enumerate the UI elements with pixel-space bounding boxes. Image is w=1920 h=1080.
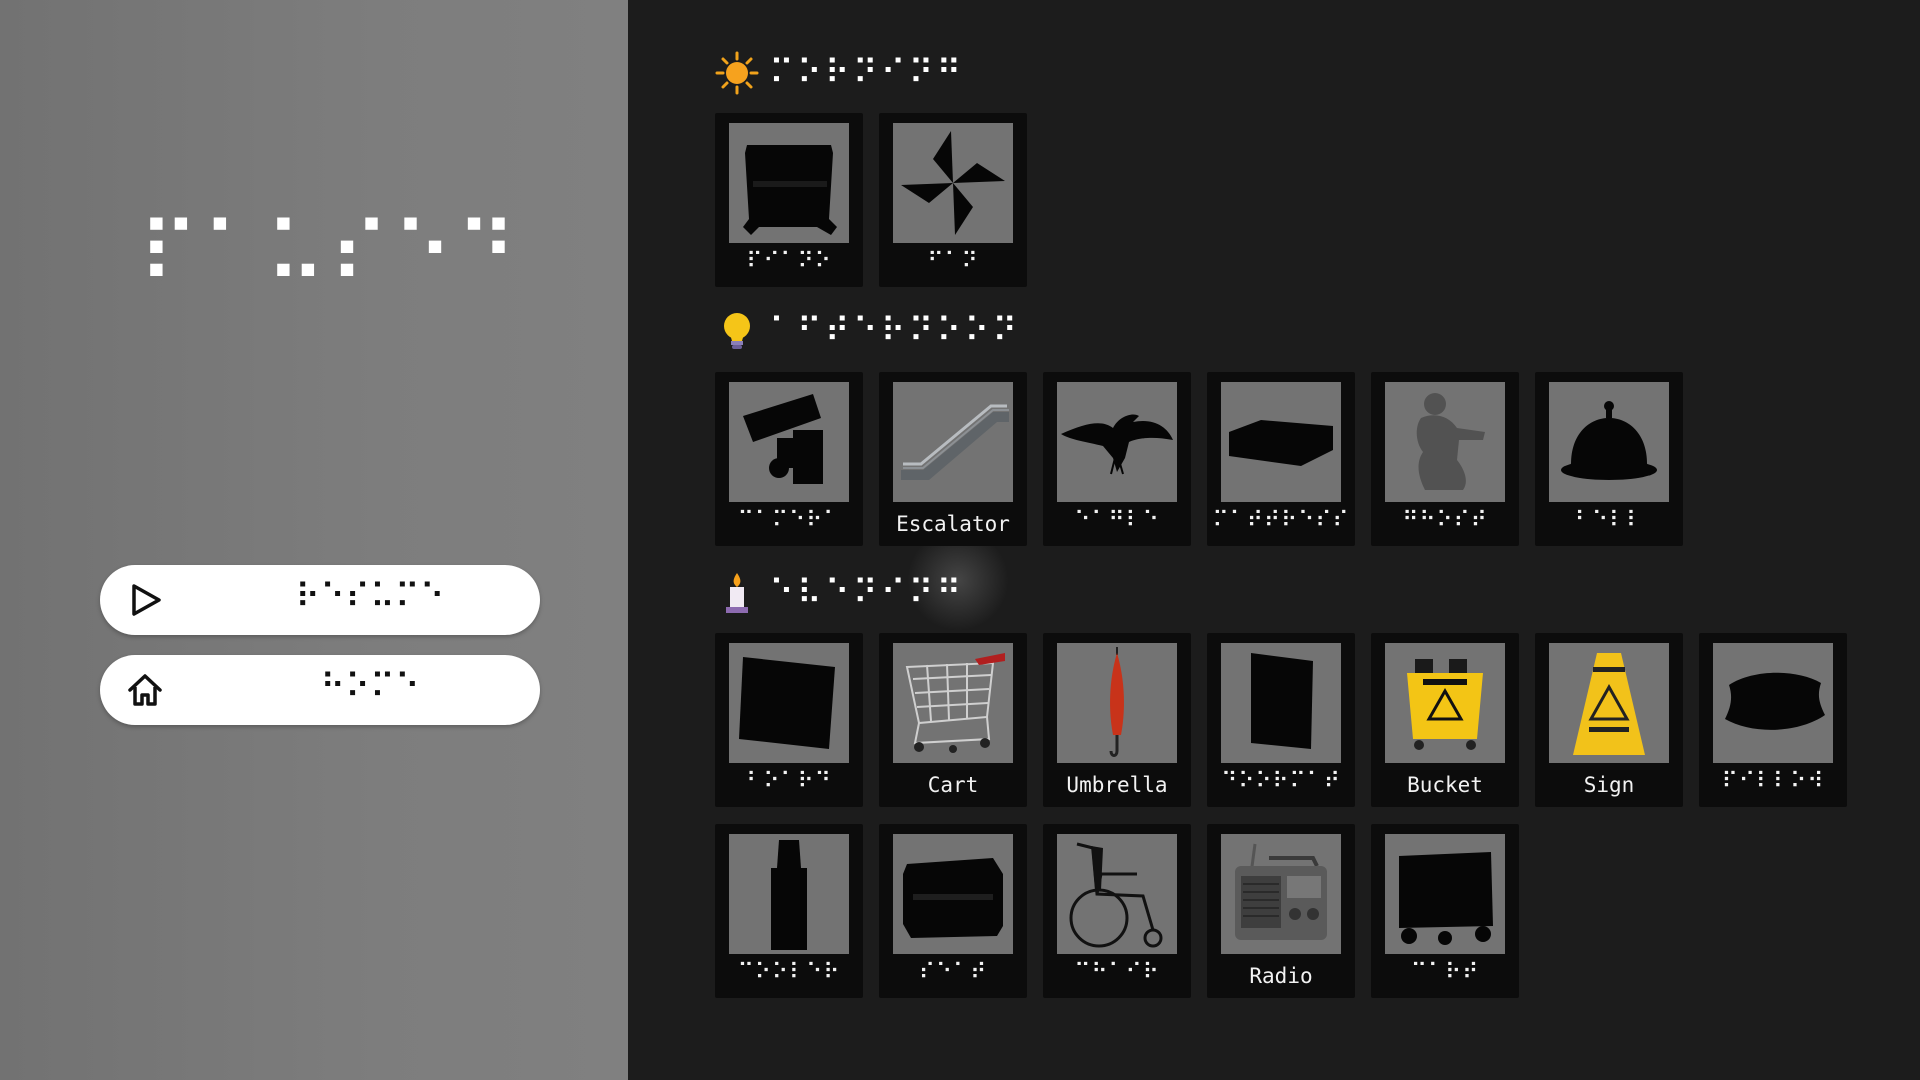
resume-button[interactable]: ⠗⠑⠎⠥⠍⠑ [100,565,540,635]
item-label: ⠋⠁⠝ [927,249,979,274]
item-card-camera[interactable]: ⠉⠁⠍⠑⠗⠁ [715,372,863,546]
section-afternoon-header: ⠁⠋⠞⠑⠗⠝⠕⠕⠝ [715,306,1020,356]
item-label: ⠉⠁⠍⠑⠗⠁ [737,508,841,533]
item-label: Umbrella [1066,773,1168,797]
item-card-ghost[interactable]: ⠛⠓⠕⠎⠞ [1371,372,1519,546]
item-card-bell[interactable]: ⠃⠑⠇⠇ [1535,372,1683,546]
item-label: ⠏⠊⠁⠝⠕ [746,249,832,274]
item-card-fan[interactable]: ⠋⠁⠝ [879,113,1027,287]
door-icon [1251,653,1313,749]
section-evening-label: ⠑⠧⠑⠝⠊⠝⠛ [769,573,965,613]
item-label: Sign [1583,773,1635,797]
home-button[interactable]: ⠓⠕⠍⠑ [100,655,540,725]
escalator-thumb [893,382,1013,502]
piano-thumb [729,123,849,243]
wheelchair-icon [1069,842,1163,948]
item-label: ⠏⠊⠇⠇⠕⠺ [1721,769,1825,794]
item-label: ⠙⠕⠕⠗⠍⠁⠞ [1221,769,1341,794]
wheelchair-thumb [1057,834,1177,954]
item-label: ⠉⠁⠗⠞ [1410,960,1480,985]
item-label: ⠍⠁⠞⠞⠗⠑⠎⠎ [1212,508,1350,533]
item-card-sign[interactable]: Sign [1535,633,1683,807]
umbrella-icon [1109,647,1124,757]
board-thumb [729,643,849,763]
ghost-figure-icon [1416,393,1485,490]
resume-label: ⠗⠑⠎⠥⠍⠑ [295,577,445,617]
pillow-thumb [1713,643,1833,763]
item-card-trolley[interactable]: ⠉⠁⠗⠞ [1371,824,1519,998]
cooler-thumb [729,834,849,954]
item-card-bucket[interactable]: Bucket [1371,633,1519,807]
item-card-doormat[interactable]: ⠙⠕⠕⠗⠍⠁⠞ [1207,633,1355,807]
umbrella-thumb [1057,643,1177,763]
bell-icon [1561,401,1657,480]
item-card-piano[interactable]: ⠏⠊⠁⠝⠕ [715,113,863,287]
item-label: Escalator [896,512,1010,536]
section-morning-label: ⠍⠕⠗⠝⠊⠝⠛ [769,53,965,93]
play-icon [132,584,161,616]
cart-thumb [893,643,1013,763]
escalator-icon [901,404,1009,480]
item-label: ⠃⠑⠇⠇ [1574,508,1644,533]
pinwheel-icon [901,131,1005,235]
item-card-wheelchair[interactable]: ⠉⠓⠁⠊⠗ [1043,824,1191,998]
lightbulb-icon [724,313,750,349]
item-card-radio[interactable]: Radio [1207,824,1355,998]
trolley-thumb [1385,834,1505,954]
item-label: Radio [1249,964,1313,988]
section-afternoon-label: ⠁⠋⠞⠑⠗⠝⠕⠕⠝ [769,311,1021,351]
item-card-cart[interactable]: Cart [879,633,1027,807]
seat-icon [903,858,1003,938]
doormat-thumb [1221,643,1341,763]
item-label: ⠃⠕⠁⠗⠙ [746,769,832,794]
section-evening-header: ⠑⠧⠑⠝⠊⠝⠛ [715,568,964,618]
water-cooler-icon [771,840,807,950]
radio-thumb [1221,834,1341,954]
item-label: Bucket [1407,773,1483,797]
section-morning-header: ⠍⠕⠗⠝⠊⠝⠛ [715,48,964,98]
fan-thumb [893,123,1013,243]
camera-icon [743,394,823,484]
piano-icon [743,145,837,235]
item-label: ⠎⠑⠁⠞ [918,960,988,985]
item-label: Cart [927,773,979,797]
item-label: ⠉⠓⠁⠊⠗ [1074,960,1160,985]
bucket-icon [1407,659,1483,750]
camera-thumb [729,382,849,502]
seat-thumb [893,834,1013,954]
item-label: ⠑⠁⠛⠇⠑ [1074,508,1160,533]
home-icon [128,674,162,706]
trolley-icon [1399,852,1493,945]
pause-menu-panel: ⠏⠁⠥⠎⠑⠙ ⠗⠑⠎⠥⠍⠑ ⠓⠕⠍⠑ [0,0,628,1080]
home-label: ⠓⠕⠍⠑ [320,667,420,707]
bell-thumb [1549,382,1669,502]
item-card-eagle[interactable]: ⠑⠁⠛⠇⠑ [1043,372,1191,546]
pillow-icon [1725,672,1825,730]
collection-panel: ⠍⠕⠗⠝⠊⠝⠛ ⠏⠊⠁⠝⠕ ⠋⠁⠝ ⠁⠋⠞⠑⠗⠝⠕⠕⠝ ⠉⠁⠍⠑⠗⠁ Escal… [628,0,1920,1080]
mattress-icon [1229,420,1333,466]
ghost-thumb [1385,382,1505,502]
item-card-mattress[interactable]: ⠍⠁⠞⠞⠗⠑⠎⠎ [1207,372,1355,546]
item-card-board[interactable]: ⠃⠕⠁⠗⠙ [715,633,863,807]
bucket-thumb [1385,643,1505,763]
item-label: ⠛⠓⠕⠎⠞ [1402,508,1488,533]
item-label: ⠉⠕⠕⠇⠑⠗ [737,960,841,985]
menu-title: ⠏⠁⠥⠎⠑⠙ [138,205,520,303]
candle-icon [726,573,748,613]
eagle-icon [1061,414,1173,475]
item-card-escalator[interactable]: Escalator [879,372,1027,546]
eagle-thumb [1057,382,1177,502]
wet-floor-sign-icon [1573,653,1645,755]
sign-thumb [1549,643,1669,763]
item-card-cooler[interactable]: ⠉⠕⠕⠇⠑⠗ [715,824,863,998]
radio-icon [1235,843,1327,940]
board-icon [739,657,835,749]
cart-icon [905,653,1005,753]
sun-icon [715,51,759,95]
mattress-thumb [1221,382,1341,502]
item-card-umbrella[interactable]: Umbrella [1043,633,1191,807]
item-card-pillow[interactable]: ⠏⠊⠇⠇⠕⠺ [1699,633,1847,807]
item-card-seat[interactable]: ⠎⠑⠁⠞ [879,824,1027,998]
